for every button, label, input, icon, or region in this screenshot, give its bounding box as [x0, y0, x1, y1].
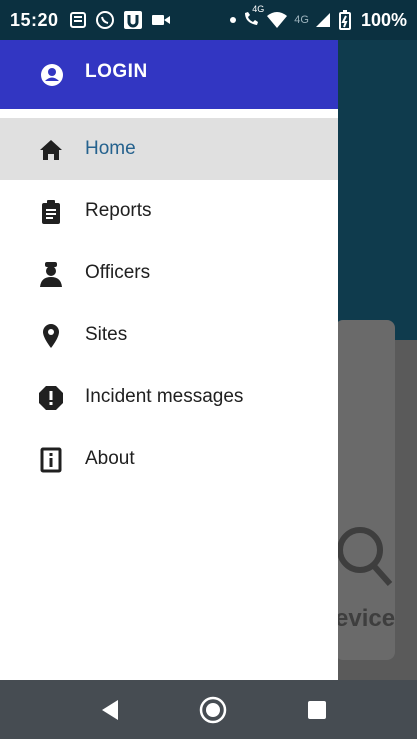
home-circle-icon[interactable]: [199, 696, 227, 724]
location-pin-icon: [43, 324, 59, 348]
status-time: 15:20: [10, 9, 59, 30]
menu-item-incident-messages[interactable]: Incident messages: [0, 366, 338, 428]
menu-item-about[interactable]: About: [0, 428, 338, 490]
wifi-call-icon: 4G: [242, 4, 264, 31]
dot-icon: [230, 17, 237, 23]
system-nav-bar: [0, 680, 417, 739]
signal-icon: [315, 13, 330, 27]
u-app-icon: [123, 11, 142, 29]
info-icon: [40, 447, 62, 473]
status-icons-right: 4G 4G 100%: [230, 4, 407, 31]
menu-item-label: Reports: [85, 200, 152, 221]
menu-item-label: Home: [85, 138, 136, 159]
navigation-drawer: LOGIN Home Reports Officers Sites Incide…: [0, 40, 338, 680]
alert-octagon-icon: [39, 386, 63, 410]
battery-percent: 100%: [360, 9, 407, 30]
net-label-a: 4G: [252, 3, 265, 14]
clipboard-icon: [42, 200, 60, 224]
battery-charging-icon: [338, 10, 351, 30]
search-icon: [337, 527, 393, 586]
whatsapp-icon: [95, 11, 114, 29]
menu-item-reports[interactable]: Reports: [0, 180, 338, 242]
menu-item-label: Officers: [85, 262, 151, 283]
menu-item-officers[interactable]: Officers: [0, 242, 338, 304]
news-icon: [69, 12, 86, 28]
status-bar: 15:20 4G 4G 100%: [0, 0, 417, 40]
background-card-text: evice: [335, 605, 396, 632]
wifi-icon: [267, 12, 288, 28]
drawer-menu: Home Reports Officers Sites Incident mes…: [0, 118, 338, 490]
video-icon: [151, 15, 170, 25]
home-icon: [40, 140, 62, 160]
account-circle-icon: [41, 64, 63, 86]
net-label-b: 4G: [294, 14, 309, 26]
login-label[interactable]: LOGIN: [85, 61, 148, 83]
menu-item-label: About: [85, 448, 135, 469]
recents-icon[interactable]: [307, 700, 327, 720]
menu-item-label: Incident messages: [85, 386, 244, 407]
status-icons-left: [69, 10, 171, 30]
menu-item-home[interactable]: Home: [0, 118, 338, 180]
drawer-header[interactable]: LOGIN: [0, 40, 338, 109]
back-icon[interactable]: [100, 699, 120, 721]
menu-item-sites[interactable]: Sites: [0, 304, 338, 366]
menu-item-label: Sites: [85, 324, 128, 345]
officer-icon: [40, 262, 62, 287]
